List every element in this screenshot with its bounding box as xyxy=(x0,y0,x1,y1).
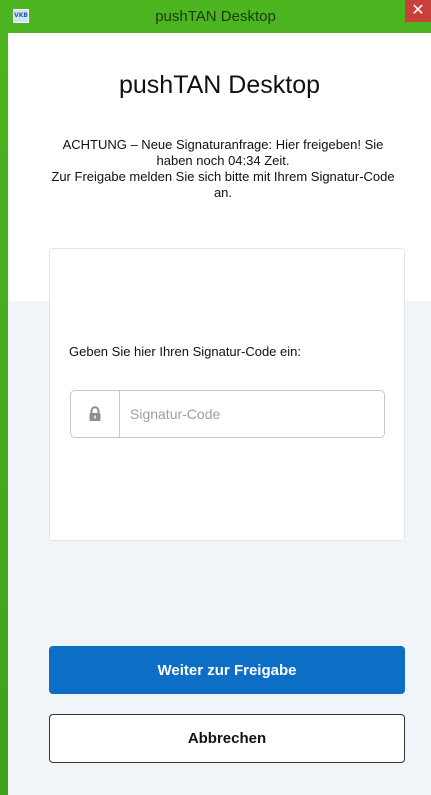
title-bar[interactable]: VKB pushTAN Desktop ✕ xyxy=(0,0,431,33)
window-content: pushTAN Desktop ACHTUNG – Neue Signatura… xyxy=(8,33,431,795)
signature-code-field[interactable] xyxy=(70,390,385,438)
close-icon[interactable]: ✕ xyxy=(405,0,431,22)
cancel-button[interactable]: Abbrechen xyxy=(49,714,405,763)
signature-prompt: Geben Sie hier Ihren Signatur-Code ein: xyxy=(69,344,301,359)
page-title: pushTAN Desktop xyxy=(118,71,320,99)
app-window: VKB pushTAN Desktop ✕ pushTAN Desktop AC… xyxy=(0,0,431,795)
lock-icon xyxy=(71,391,120,437)
warning-text-line1: ACHTUNG – Neue Signaturanfrage: Hier fre… xyxy=(62,137,384,168)
window-title: pushTAN Desktop xyxy=(155,8,276,25)
continue-button[interactable]: Weiter zur Freigabe xyxy=(49,646,405,694)
signature-warning: ACHTUNG – Neue Signaturanfrage: Hier fre… xyxy=(48,137,398,201)
signature-card: Geben Sie hier Ihren Signatur-Code ein: xyxy=(49,248,405,541)
signature-code-input[interactable] xyxy=(120,392,384,436)
warning-text-line2: Zur Freigabe melden Sie sich bitte mit I… xyxy=(51,169,395,200)
